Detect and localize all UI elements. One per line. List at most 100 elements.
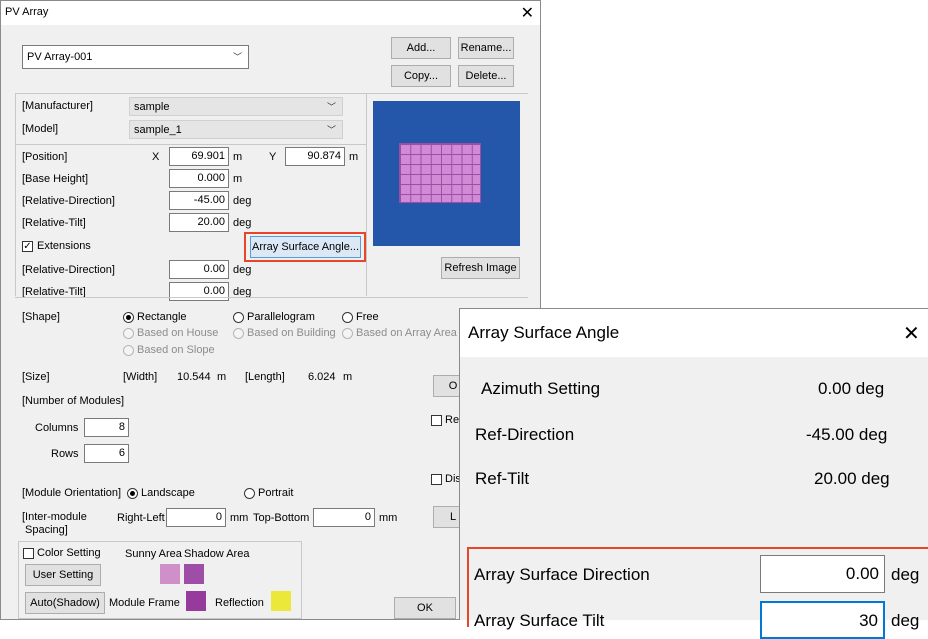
right-left-unit: mm	[230, 512, 249, 524]
ext-relative-direction-unit: deg	[233, 264, 252, 276]
azimuth-setting-label: Azimuth Setting	[481, 379, 601, 398]
relative-direction-label: [Relative-Direction]	[22, 195, 115, 207]
sunny-area-swatch[interactable]	[160, 564, 180, 584]
reflection-label: Reflection	[215, 597, 264, 609]
module-frame-label: Module Frame	[109, 597, 180, 609]
portrait-label: Portrait	[258, 487, 294, 499]
based-on-building-label: Based on Building	[247, 327, 336, 339]
columns-label: Columns	[35, 422, 79, 434]
chevron-down-icon: ﹀	[232, 51, 242, 62]
based-on-building-radio[interactable]	[233, 328, 244, 339]
columns-field[interactable]: 8	[84, 418, 129, 437]
ext-relative-direction-field[interactable]: 0.00	[169, 260, 229, 279]
based-on-array-area-radio[interactable]	[342, 328, 353, 339]
based-on-house-label: Based on House	[137, 327, 219, 339]
model-value: sample_1	[134, 123, 182, 136]
rename-button[interactable]: Rename...	[458, 37, 514, 59]
manufacturer-value: sample	[134, 100, 170, 113]
auto-shadow-button[interactable]: Auto(Shadow)	[25, 592, 105, 614]
dis-checkbox[interactable]	[431, 474, 442, 485]
manufacturer-select[interactable]: sample ﹀	[129, 97, 343, 116]
add-button[interactable]: Add...	[391, 37, 451, 59]
relative-direction-unit: deg	[233, 195, 252, 207]
right-left-label: Right-Left	[117, 512, 165, 524]
array-surface-angle-button[interactable]: Array Surface Angle...	[250, 236, 361, 258]
delete-button[interactable]: Delete...	[458, 65, 514, 87]
ref-direction-label: Ref-Direction	[475, 425, 575, 444]
free-radio[interactable]	[342, 312, 353, 323]
array-surface-direction-field[interactable]: 0.00	[760, 555, 885, 593]
array-preview-image	[373, 101, 520, 246]
inter-module-label: [Inter-module	[22, 511, 87, 523]
module-frame-swatch[interactable]	[186, 591, 206, 611]
based-on-slope-label: Based on Slope	[137, 344, 215, 356]
y-label: Y	[269, 151, 277, 163]
divider	[366, 93, 367, 296]
length-unit: m	[343, 371, 353, 383]
relative-tilt-label: [Relative-Tilt]	[22, 217, 86, 229]
rows-field[interactable]: 6	[84, 444, 129, 463]
based-on-array-area-label: Based on Array Area	[356, 327, 457, 339]
shadow-area-swatch[interactable]	[184, 564, 204, 584]
x-label: X	[152, 151, 160, 163]
manufacturer-label: [Manufacturer]	[22, 100, 93, 112]
parallelogram-label: Parallelogram	[247, 311, 315, 323]
width-value: 10.544	[177, 371, 211, 383]
length-value: 6.024	[308, 371, 336, 383]
relative-direction-field[interactable]: -45.00	[169, 191, 229, 210]
ext-relative-direction-label: [Relative-Direction]	[22, 264, 115, 276]
reflection-swatch[interactable]	[271, 591, 291, 611]
landscape-radio[interactable]	[127, 488, 138, 499]
portrait-radio[interactable]	[244, 488, 255, 499]
ref-direction-value: -45.00 deg	[806, 425, 888, 444]
copy-button[interactable]: Copy...	[391, 65, 451, 87]
right-left-field[interactable]: 0	[166, 508, 226, 527]
ext-relative-tilt-field[interactable]: 0.00	[169, 282, 229, 301]
position-y-field[interactable]: 90.874	[285, 147, 345, 166]
color-setting-checkbox[interactable]	[23, 548, 34, 559]
ref-tilt-value: 20.00 deg	[814, 469, 890, 488]
parallelogram-radio[interactable]	[233, 312, 244, 323]
free-label: Free	[356, 311, 379, 323]
position-x-field[interactable]: 69.901	[169, 147, 229, 166]
base-height-label: [Base Height]	[22, 173, 89, 185]
divider	[15, 93, 16, 296]
base-height-unit: m	[233, 173, 243, 185]
array-surface-tilt-label: Array Surface Tilt	[474, 611, 605, 630]
top-bottom-unit: mm	[379, 512, 398, 524]
array-surface-angle-dialog: Array Surface Angle ✕ Azimuth Setting 0.…	[459, 308, 928, 639]
based-on-house-radio[interactable]	[123, 328, 134, 339]
relative-tilt-field[interactable]: 20.00	[169, 213, 229, 232]
array-surface-angle-title-bar: Array Surface Angle ✕	[460, 309, 928, 357]
top-bottom-label: Top-Bottom	[253, 512, 310, 524]
shape-label: [Shape]	[22, 311, 60, 323]
array-surface-tilt-unit: deg	[891, 611, 920, 630]
close-icon[interactable]: ✕	[903, 321, 920, 346]
divider	[15, 93, 528, 94]
ref-tilt-label: Ref-Tilt	[475, 469, 530, 488]
sunny-area-label: Sunny Area	[125, 548, 182, 560]
x-unit: m	[233, 151, 243, 163]
color-setting-label: Color Setting	[37, 547, 101, 559]
base-height-field[interactable]: 0.000	[169, 169, 229, 188]
model-select[interactable]: sample_1 ﹀	[129, 120, 343, 139]
top-bottom-field[interactable]: 0	[313, 508, 375, 527]
title-bar: PV Array ✕	[1, 1, 540, 25]
close-icon[interactable]: ✕	[521, 3, 534, 23]
size-label: [Size]	[22, 371, 50, 383]
ref-checkbox[interactable]	[431, 415, 442, 426]
based-on-slope-radio[interactable]	[123, 345, 134, 356]
spacing-label: Spacing]	[25, 524, 68, 536]
extensions-checkbox[interactable]: ✓	[22, 241, 33, 252]
user-setting-button[interactable]: User Setting	[25, 564, 101, 586]
width-unit: m	[217, 371, 227, 383]
array-surface-tilt-field[interactable]: 30	[760, 601, 885, 639]
window-title: PV Array	[5, 6, 49, 18]
divider	[15, 297, 528, 298]
rectangle-radio[interactable]	[123, 312, 134, 323]
extensions-label: Extensions	[37, 240, 91, 252]
refresh-image-button[interactable]: Refresh Image	[441, 257, 520, 279]
ok-button[interactable]: OK	[394, 597, 456, 619]
shadow-area-label: Shadow Area	[184, 548, 250, 560]
array-select[interactable]: PV Array-001 ﹀	[22, 45, 249, 69]
